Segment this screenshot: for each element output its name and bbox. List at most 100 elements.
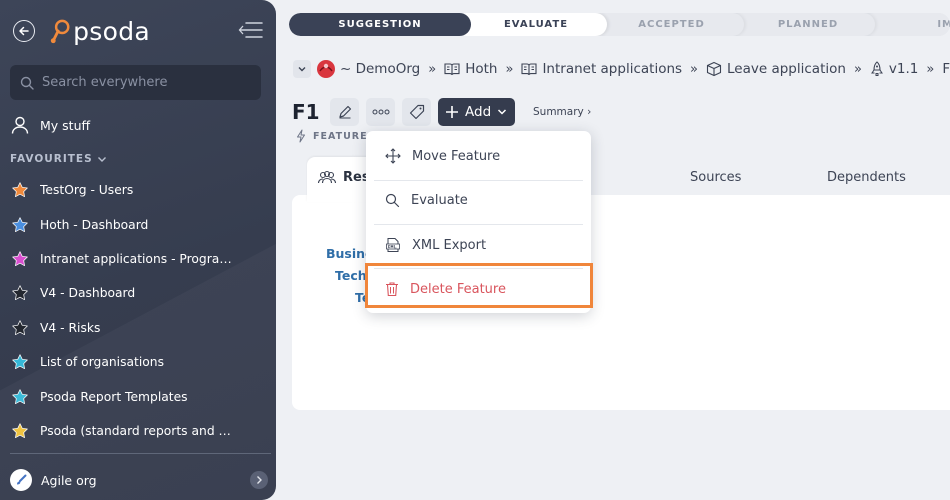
back-button[interactable] (13, 20, 35, 42)
add-button[interactable]: Add (438, 98, 515, 126)
favourites-heading[interactable]: FAVOURITES (10, 153, 108, 165)
star-icon (12, 388, 28, 404)
breadcrumb-item-current[interactable]: F (942, 61, 950, 77)
favourite-label: Hoth - Dashboard (40, 217, 149, 232)
favourite-label: TestOrg - Users (40, 183, 134, 198)
menu-item-evaluate[interactable]: Evaluate (366, 178, 591, 222)
breadcrumb-item-leave[interactable]: Leave application (706, 61, 846, 77)
search-input[interactable] (42, 75, 242, 90)
breadcrumb-item-intranet[interactable]: Intranet applications (521, 61, 682, 77)
favourite-label: Psoda Report Templates (40, 389, 188, 404)
favourite-item[interactable]: Psoda (standard reports and work... (0, 414, 276, 448)
breadcrumb-label: Intranet applications (542, 61, 683, 77)
breadcrumb-label: Leave application (727, 61, 846, 77)
favourite-item[interactable]: V4 - Dashboard (0, 276, 276, 310)
tab-dependents[interactable]: Dependents (827, 170, 906, 185)
more-options-button[interactable] (366, 98, 395, 126)
favourite-label: Psoda (standard reports and work... (40, 423, 240, 438)
menu-item-label: XML Export (412, 237, 487, 253)
search-icon (20, 76, 34, 90)
my-stuff-label: My stuff (40, 117, 91, 133)
breadcrumb-item-hoth[interactable]: Hoth (444, 61, 497, 77)
stage-suggestion[interactable]: SUGGESTION (289, 13, 471, 36)
favourites-list: TestOrg - Users Hoth - Dashboard Intranet … (0, 173, 276, 448)
favourite-item[interactable]: Psoda Report Templates (0, 379, 276, 413)
tag-button[interactable] (402, 98, 431, 126)
favourite-label: V4 - Risks (40, 320, 101, 335)
favourite-label: Intranet applications - Programme... (40, 251, 240, 266)
favourite-label: List of organisations (40, 355, 164, 370)
brush-icon (17, 474, 27, 485)
breadcrumb-separator: » (690, 61, 699, 77)
sidebar: psoda My stuff FAVOURITES TestOrg - User… (0, 0, 276, 500)
star-icon (12, 423, 28, 438)
favourite-item[interactable]: Intranet applications - Programme... (0, 242, 276, 276)
star-icon (12, 216, 28, 232)
star-icon (12, 285, 28, 301)
stage-planned[interactable]: PLANNED (729, 13, 875, 36)
menu-item-xml-export[interactable]: XML Export (366, 223, 591, 267)
breadcrumb-separator: » (428, 61, 437, 77)
org-switcher[interactable]: Agile org (10, 468, 268, 492)
xml-file-icon (386, 238, 400, 252)
breadcrumb-separator: » (853, 61, 862, 77)
stage-evaluate-label: EVALUATE (503, 19, 569, 30)
chevron-right-icon[interactable] (250, 471, 268, 489)
search-icon (385, 193, 400, 207)
logo-mark-icon (50, 19, 70, 44)
item-type: FEATURE (296, 129, 368, 143)
menu-item-label: Move Feature (412, 148, 501, 164)
more-horizontal-icon (372, 109, 389, 115)
breadcrumb-separator: » (505, 61, 514, 77)
lightning-icon (297, 129, 305, 143)
search-box[interactable] (10, 65, 261, 100)
edit-button[interactable] (330, 98, 359, 126)
breadcrumb: ~ DemoOrg » Hoth » Intranet applications… (293, 58, 950, 80)
add-button-label: Add (465, 104, 492, 120)
stage-accepted[interactable]: ACCEPTED (589, 13, 744, 36)
star-icon (12, 320, 28, 335)
favourite-item[interactable]: TestOrg - Users (0, 173, 276, 207)
chevron-down-icon (497, 109, 507, 115)
stage-suggestion-label: SUGGESTION (338, 19, 422, 30)
chevron-down-icon (298, 67, 306, 72)
menu-item-move-feature[interactable]: Move Feature (366, 134, 591, 178)
tag-icon (409, 104, 424, 120)
workflow-stages: IMPL PLANNED ACCEPTED EVALUATE SUGGESTIO… (289, 13, 950, 36)
book-icon (521, 62, 537, 76)
star-icon (12, 182, 28, 198)
breadcrumb-item-org[interactable]: ~ DemoOrg (317, 60, 420, 78)
tab-sources[interactable]: Sources (690, 170, 741, 185)
stage-planned-label: PLANNED (777, 19, 839, 30)
psoda-logo[interactable]: psoda (50, 13, 150, 49)
stage-accepted-label: ACCEPTED (638, 19, 705, 30)
favourite-label: V4 - Dashboard (40, 286, 136, 301)
breadcrumb-label: Hoth (465, 61, 498, 77)
org-avatar-icon (317, 60, 335, 78)
box-icon (706, 61, 722, 77)
sidebar-header: psoda (0, 0, 276, 62)
favourites-heading-label: FAVOURITES (10, 153, 93, 165)
star-icon (12, 354, 28, 370)
breadcrumb-item-version[interactable]: v1.1 (870, 61, 918, 77)
people-icon (317, 170, 337, 184)
user-icon (11, 116, 29, 134)
favourite-item[interactable]: V4 - Risks (0, 311, 276, 345)
item-type-label: FEATURE (313, 130, 368, 142)
stage-impl[interactable]: IMPL (863, 13, 950, 36)
breadcrumb-label: v1.1 (888, 61, 919, 77)
breadcrumb-label: ~ DemoOrg (340, 61, 421, 77)
menu-item-label: Evaluate (411, 192, 468, 208)
favourite-item[interactable]: List of organisations (0, 345, 276, 379)
stage-evaluate[interactable]: EVALUATE (455, 13, 607, 36)
star-icon (12, 251, 28, 266)
collapse-sidebar-icon[interactable] (237, 20, 263, 40)
rocket-icon (870, 61, 884, 77)
breadcrumb-toggle[interactable] (293, 60, 311, 78)
move-icon (385, 148, 401, 164)
chevron-down-icon (97, 157, 106, 162)
summary-link[interactable]: Summary › (533, 106, 591, 118)
favourite-item[interactable]: Hoth - Dashboard (0, 207, 276, 241)
org-name: Agile org (41, 472, 97, 488)
my-stuff-link[interactable]: My stuff (10, 114, 90, 136)
